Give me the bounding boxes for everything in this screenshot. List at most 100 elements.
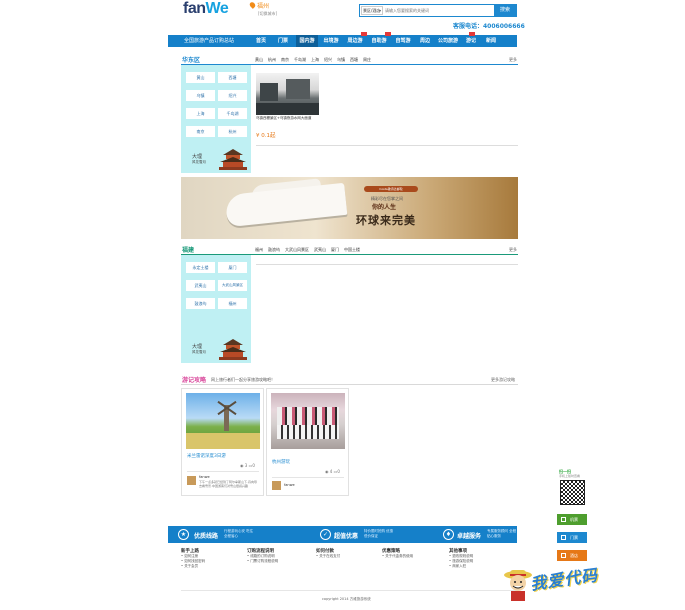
cruise-banner[interactable]: Costa歌诗达邮轮 精彩尽在您掌之间 你的人生 环球来完美 bbox=[181, 177, 518, 239]
travel-card-title[interactable]: 米兰雷诺深度3日游 bbox=[187, 453, 226, 459]
logo-text: fan bbox=[183, 0, 206, 17]
chip-wuyishan[interactable]: 武夷山 bbox=[186, 280, 215, 291]
chip-qiandaohu[interactable]: 千岛湖 bbox=[218, 108, 247, 119]
tab-tulou[interactable]: 中国土楼 bbox=[344, 247, 360, 252]
search-input[interactable] bbox=[385, 6, 495, 15]
check-icon: ✓ bbox=[320, 529, 331, 540]
nav-item-home[interactable]: 首页 bbox=[252, 35, 270, 47]
people-shape bbox=[277, 407, 339, 425]
fujian-tabs: 福州 鼓浪屿 大武山风景区 武夷山 厦门 中国土楼 bbox=[255, 247, 365, 253]
nav-item-news[interactable]: 新闻 bbox=[482, 35, 500, 47]
chip-shaoxing[interactable]: 绍兴 bbox=[218, 90, 247, 101]
avatar bbox=[272, 481, 281, 490]
flower-field bbox=[186, 433, 260, 449]
footer-link-label: 关于会员 bbox=[184, 564, 199, 568]
footer-link-label: 退改规则说明 bbox=[452, 554, 474, 558]
tab-zhouzhuang[interactable]: 周庄 bbox=[363, 57, 371, 62]
tab-wuzhen[interactable]: 乌镇 bbox=[337, 57, 345, 62]
location-pin-icon bbox=[248, 1, 257, 9]
float-ticket-button[interactable]: 门票 bbox=[557, 532, 587, 543]
travel-photo-windmill bbox=[186, 393, 260, 449]
chip-xitang[interactable]: 西塘 bbox=[218, 72, 247, 83]
footer-feature-discount: ✓ 超值优惠 特价限时抢购 优惠低价保证 bbox=[308, 526, 408, 543]
float-hotel-button[interactable]: 酒店 bbox=[557, 550, 587, 561]
footer-column: 优惠策略 • 关于代金券的使用 bbox=[382, 548, 442, 559]
footer-link[interactable]: • 商家入驻 bbox=[449, 564, 509, 569]
divider bbox=[187, 471, 259, 472]
chip-huangshan[interactable]: 黄山 bbox=[186, 72, 215, 83]
tab-xiamen[interactable]: 厦门 bbox=[331, 247, 339, 252]
footer-feature-quality: ★ 优质线路 行程游玩心安 吃住全程省心 bbox=[178, 526, 278, 543]
nav-item-nearby[interactable]: 周边 bbox=[416, 35, 434, 47]
footer-link-label: 旅游保险说明 bbox=[452, 559, 474, 563]
footer-link[interactable]: • 关于代金券的使用 bbox=[382, 554, 442, 559]
tab-shanghai[interactable]: 上海 bbox=[311, 57, 319, 62]
east-tabs: 黄山 杭州 南京 千岛湖 上海 绍兴 乌镇 西塘 周庄 bbox=[255, 57, 376, 63]
product-price: ¥ 0.1起 bbox=[256, 133, 276, 139]
nav-item-selfguided[interactable]: 自助游 bbox=[368, 35, 390, 47]
search-button[interactable]: 搜索 bbox=[494, 5, 516, 16]
site-logo[interactable]: fanWe bbox=[183, 0, 229, 20]
tab-wuyishan[interactable]: 武夷山 bbox=[314, 247, 326, 252]
main-nav: 全国旅游产品订购总站 首页 门票 国内游 出境游 周边游 自助游 自驾游 周边 … bbox=[168, 32, 517, 47]
chip-fuzhou[interactable]: 福州 bbox=[218, 298, 247, 309]
tab-shaoxing[interactable]: 绍兴 bbox=[324, 57, 332, 62]
east-side-panel: 黄山 西塘 乌镇 绍兴 上海 千岛湖 南京 杭州 大理 风花雪月 bbox=[181, 65, 251, 173]
footer-column: 订购流程说明 • 线路的订购说明 • 门票订购流程说明 bbox=[247, 548, 307, 564]
star-icon: ★ bbox=[178, 529, 189, 540]
travel-card-author[interactable]: fanwe bbox=[284, 483, 295, 487]
nav-item-company[interactable]: 公司旅游 bbox=[436, 35, 460, 47]
chip-wuzhen[interactable]: 乌镇 bbox=[186, 90, 215, 101]
product-photo-wuzhen[interactable] bbox=[256, 73, 319, 115]
nav-item-selfdrive[interactable]: 自驾游 bbox=[392, 35, 414, 47]
tab-huangshan[interactable]: 黄山 bbox=[255, 57, 263, 62]
chip-tulou[interactable]: 永定土楼 bbox=[186, 262, 215, 273]
feature-desc: 专属服务顾问 全程贴心服务 bbox=[487, 529, 517, 538]
east-more-link[interactable]: 更多 bbox=[509, 57, 517, 63]
nav-item-travelogue[interactable]: 游记 bbox=[462, 35, 480, 47]
footer-link-label: 如何找回密码 bbox=[184, 559, 206, 563]
section-title-travel: 游记攻略 bbox=[182, 377, 207, 384]
travel-card[interactable]: 杭州游玩 ◉ 4 ▭0 fanwe bbox=[266, 388, 349, 496]
tab-qiandaohu[interactable]: 千岛湖 bbox=[294, 57, 306, 62]
travel-more-link[interactable]: 更多游记攻略 bbox=[491, 377, 515, 383]
section-title-fujian: 福建 bbox=[182, 247, 195, 254]
tab-fuzhou[interactable]: 福州 bbox=[255, 247, 263, 252]
travel-card[interactable]: 米兰雷诺深度3日游 ◉ 3 ▭0 fanwe 下午一点多就已经到了阿尔卑斯山下·… bbox=[181, 388, 264, 496]
footer-column: 新手上路 • 如何注册 • 如何找回密码 • 关于会员 bbox=[181, 548, 241, 569]
chip-gulangyu[interactable]: 鼓浪屿 bbox=[186, 298, 215, 309]
side-promo-sub: 风花雪月 bbox=[192, 350, 206, 354]
float-label: 酒店 bbox=[570, 553, 578, 558]
switch-city-link[interactable]: [切换城市] bbox=[258, 11, 277, 17]
tab-dawushan[interactable]: 大武山风景区 bbox=[285, 247, 309, 252]
tab-gulangyu[interactable]: 鼓浪屿 bbox=[268, 247, 280, 252]
float-links: 机票 门票 酒店 bbox=[557, 514, 587, 570]
fujian-more-link[interactable]: 更多 bbox=[509, 247, 517, 253]
nav-item-outbound[interactable]: 出境游 bbox=[320, 35, 342, 47]
chip-dawushan[interactable]: 大武山风景区 bbox=[218, 280, 247, 291]
footer-link[interactable]: • 关于会员 bbox=[181, 564, 241, 569]
chip-hangzhou[interactable]: 杭州 bbox=[218, 126, 247, 137]
footer-link[interactable]: • 门票订购流程说明 bbox=[247, 559, 307, 564]
nav-item-around[interactable]: 周边游 bbox=[344, 35, 366, 47]
search-type-select[interactable]: 景区/酒店 bbox=[361, 6, 383, 15]
travel-card-title[interactable]: 杭州游玩 bbox=[272, 459, 290, 465]
footer-link[interactable]: • 关于在线支付 bbox=[316, 554, 376, 559]
float-label: 机票 bbox=[570, 517, 578, 522]
nav-item-domestic[interactable]: 国内游 bbox=[296, 35, 318, 47]
tab-nanjing[interactable]: 南京 bbox=[281, 57, 289, 62]
tab-xitang[interactable]: 西塘 bbox=[350, 57, 358, 62]
feature-title: 超值优惠 bbox=[334, 533, 359, 540]
fujian-side-panel: 永定土楼 厦门 武夷山 大武山风景区 鼓浪屿 福州 大理 风花雪月 bbox=[181, 255, 251, 363]
nav-item-tickets[interactable]: 门票 bbox=[272, 35, 294, 47]
chip-xiamen[interactable]: 厦门 bbox=[218, 262, 247, 273]
product-caption[interactable]: 乌镇西栅景区+乌镇夜游水网大面道 bbox=[256, 116, 320, 121]
watermark: 我爱代码 bbox=[529, 565, 600, 594]
chip-shanghai[interactable]: 上海 bbox=[186, 108, 215, 119]
hot-badge bbox=[361, 32, 367, 36]
eye-icon: ◉ bbox=[325, 469, 329, 474]
chip-nanjing[interactable]: 南京 bbox=[186, 126, 215, 137]
float-flight-button[interactable]: 机票 bbox=[557, 514, 587, 525]
travel-card-author[interactable]: fanwe bbox=[199, 475, 210, 479]
tab-hangzhou[interactable]: 杭州 bbox=[268, 57, 276, 62]
